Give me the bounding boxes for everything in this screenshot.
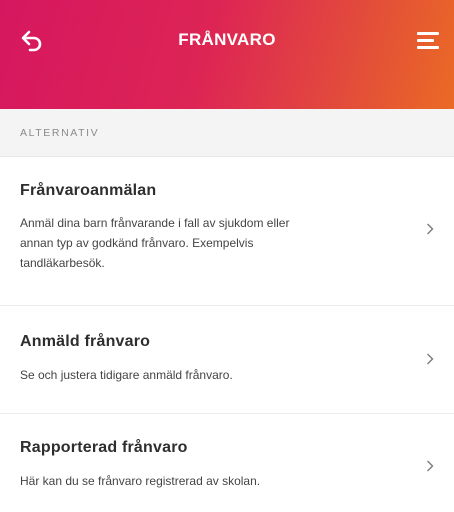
list-item-anmald-franvaro[interactable]: Anmäld frånvaro Se och justera tidigare … <box>0 306 454 412</box>
hamburger-menu-icon[interactable] <box>417 30 441 50</box>
page-title: FRÅNVARO <box>178 30 276 49</box>
item-title: Rapporterad frånvaro <box>20 439 188 456</box>
app-header: FRÅNVARO <box>0 0 454 109</box>
chevron-right-icon <box>427 460 434 472</box>
item-description: Anmäl dina barn frånvarande i fall av sj… <box>20 213 390 273</box>
chevron-right-icon <box>427 353 434 365</box>
item-title: Frånvaroanmälan <box>20 182 157 199</box>
item-description-line: Här kan du se frånvaro registrerad av sk… <box>20 474 261 488</box>
item-description: Här kan du se frånvaro registrerad av sk… <box>20 471 390 491</box>
list-item-franvaroanmalan[interactable]: Frånvaroanmälan Anmäl dina barn frånvara… <box>0 158 454 304</box>
section-label: ALTERNATIV <box>20 127 100 139</box>
item-description-line: Se och justera tidigare anmäld frånvaro. <box>20 368 233 382</box>
item-description-line: annan typ av godkänd frånvaro. Exempelvi… <box>20 236 254 250</box>
item-description-line: tandläkarbesök. <box>20 256 105 270</box>
list-item-rapporterad-franvaro[interactable]: Rapporterad frånvaro Här kan du se frånv… <box>0 414 454 512</box>
item-description: Se och justera tidigare anmäld frånvaro. <box>20 365 390 385</box>
item-title: Anmäld frånvaro <box>20 333 151 350</box>
chevron-right-icon <box>427 223 434 235</box>
item-description-line: Anmäl dina barn frånvarande i fall av sj… <box>20 216 290 230</box>
section-header: ALTERNATIV <box>0 109 454 157</box>
